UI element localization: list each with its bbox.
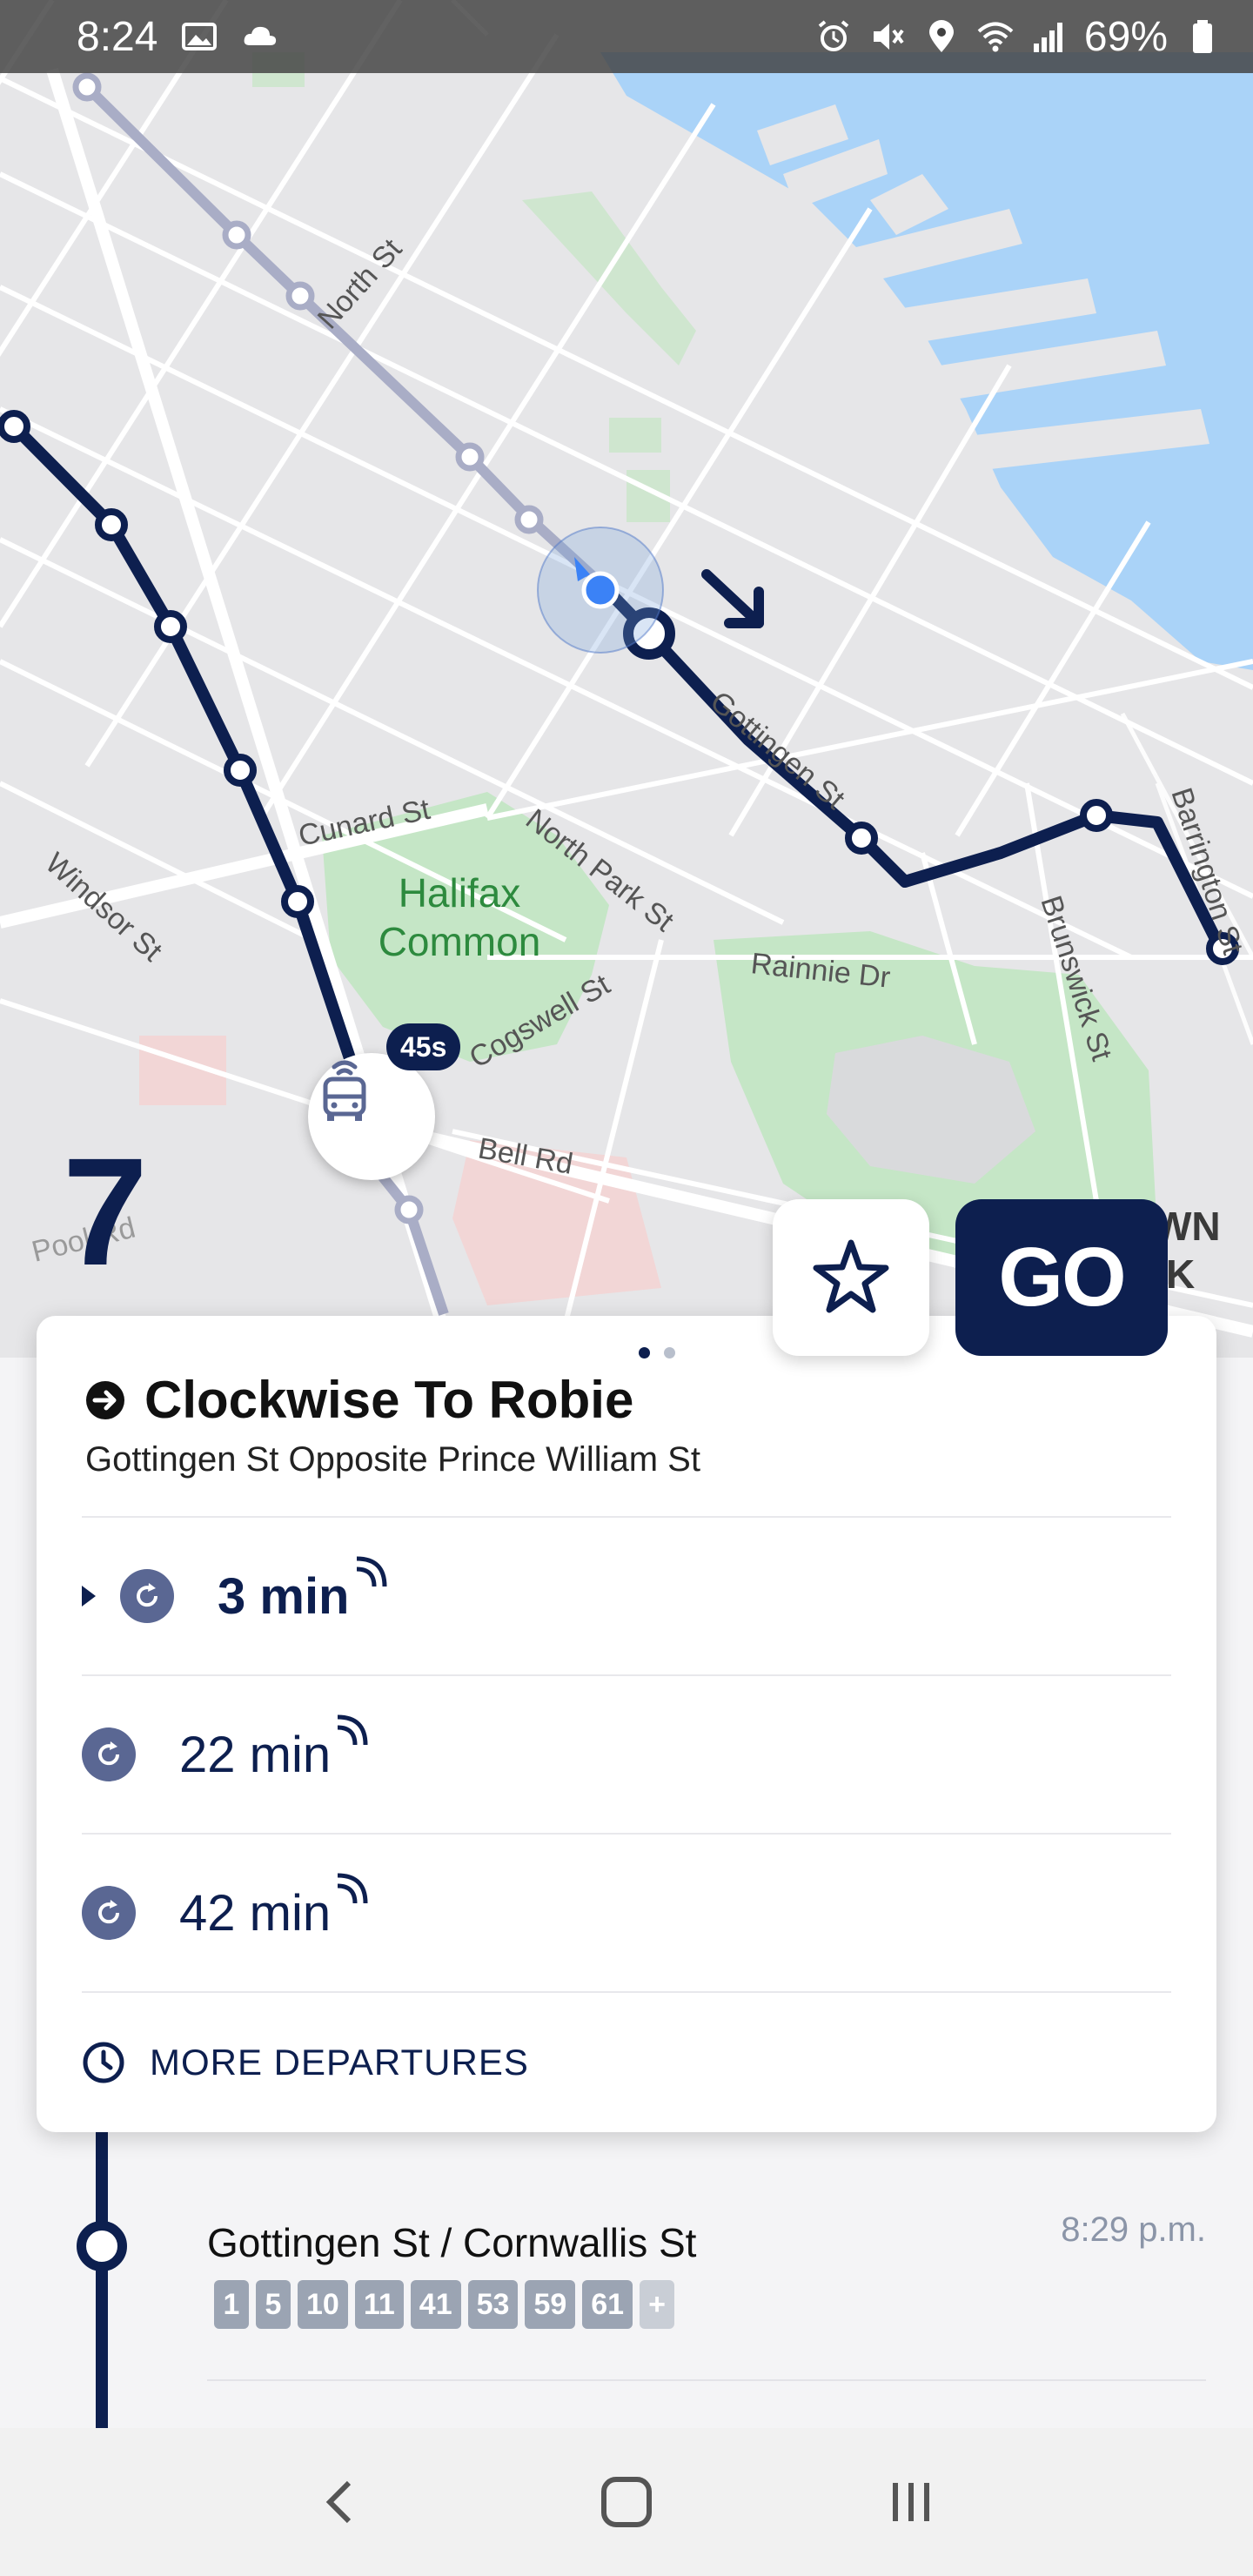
next-stop-time: 8:29 p.m. [1061,2210,1206,2249]
recents-icon [892,2483,929,2521]
home-button[interactable] [583,2459,670,2546]
more-departures-button[interactable]: MORE DEPARTURES [82,1991,1171,2132]
route-chip: 59 [525,2280,576,2329]
system-nav-bar [0,2428,1253,2576]
page-dot [664,1347,675,1358]
route-chip-more: + [640,2280,675,2329]
map-view[interactable]: North St Cunard St North Park St Windsor… [0,0,1253,1358]
page-indicator [639,1347,675,1358]
location-icon [928,20,954,52]
timeline-stop-node [77,2221,127,2271]
battery-percent: 69% [1083,13,1168,60]
departure-card[interactable]: Clockwise To Robie Gottingen St Opposite… [37,1316,1216,2132]
departure-time: 22 min [179,1714,369,1784]
back-chevron-icon [326,2480,352,2524]
recents-button[interactable] [868,2459,955,2546]
recurring-clock-icon [120,1569,174,1623]
map-canvas[interactable]: North St Cunard St North Park St Windsor… [0,0,1253,1358]
mute-icon [873,23,904,50]
label-halifax-common-line2: Common [379,919,541,964]
battery-icon [1193,20,1212,53]
route-chip: 53 [467,2280,519,2329]
card-header: Clockwise To Robie Gottingen St Opposite… [85,1370,1168,1479]
route-number: 7 [63,1127,148,1298]
realtime-icon [337,1873,368,1903]
recurring-clock-icon [82,1886,136,1940]
star-icon [813,1239,889,1313]
recurring-clock-icon [82,1727,136,1781]
current-location-dot [581,571,620,609]
departure-time: 3 min [218,1556,388,1626]
favorite-button[interactable] [773,1199,929,1356]
label-halifax-common-line1: Halifax [399,870,521,916]
stop-name: Gottingen St Opposite Prince William St [85,1440,700,1479]
clock-icon [83,2042,124,2083]
departure-time: 42 min [179,1873,369,1942]
more-departures-label: MORE DEPARTURES [150,2042,529,2083]
bus-marker[interactable] [308,1053,435,1180]
image-icon [182,23,218,50]
cloud-icon [245,26,277,45]
bus-icon [323,1060,366,1121]
label-downtown-2: K [1166,1251,1195,1297]
divider [207,2379,1206,2381]
home-icon [600,2477,652,2527]
route-chips: 1 5 10 11 41 53 59 61 + [214,2280,675,2329]
departure-row[interactable]: 3 min [82,1516,1171,1674]
realtime-icon [337,1714,368,1745]
signal-icon [1033,23,1062,52]
route-chip: 5 [256,2280,291,2329]
back-button[interactable] [298,2459,385,2546]
realtime-icon [356,1556,386,1587]
arrow-right-circle-icon [86,1380,124,1419]
departure-row[interactable]: 22 min [82,1674,1171,1833]
page-dot-active [639,1347,650,1358]
status-time: 8:24 [77,13,158,60]
wifi-icon [977,22,1014,52]
bus-eta-badge: 45s [386,1023,461,1070]
alarm-icon [818,20,849,51]
route-chip: 10 [298,2280,348,2329]
route-chip: 11 [354,2280,404,2329]
next-stop-name[interactable]: Gottingen St / Cornwallis St [207,2219,696,2266]
departure-row[interactable]: 42 min [82,1833,1171,1991]
route-chip: 1 [214,2280,249,2329]
status-bar: 8:24 69% [0,0,1253,73]
route-chip: 61 [582,2280,633,2329]
headsign-title: Clockwise To Robie [144,1371,634,1429]
go-button[interactable]: GO [955,1199,1168,1356]
route-chip: 41 [410,2280,461,2329]
selected-caret-icon [82,1586,96,1607]
